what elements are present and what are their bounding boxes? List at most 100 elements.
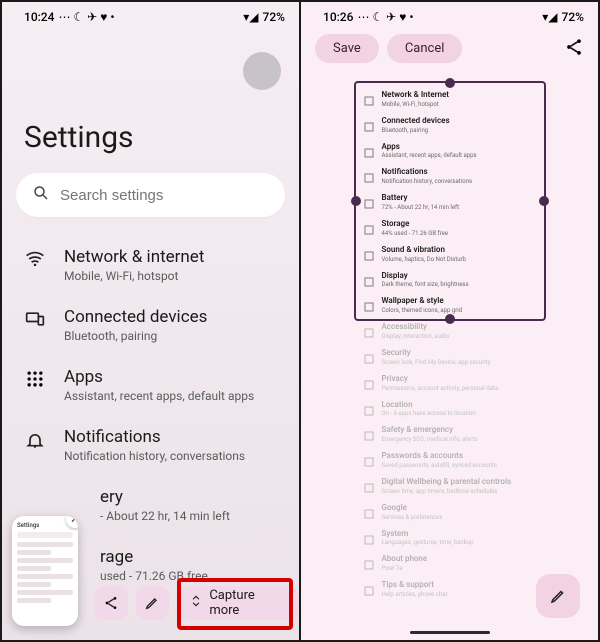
nav-bar[interactable]	[410, 631, 490, 634]
mini-icon	[364, 323, 374, 333]
search-input[interactable]	[60, 187, 269, 204]
mini-row: Safety & emergencyEmergency SOS, medical…	[364, 426, 536, 443]
mini-sub: Screen lock, Find My Device, app securit…	[382, 359, 491, 366]
mini-row: AccessibilityDisplay, interaction, audio	[364, 323, 536, 340]
screenshot-toolbar: Capture more	[94, 586, 299, 620]
crop-handle-top[interactable]	[445, 78, 455, 88]
expand-icon	[189, 594, 203, 612]
row-title: Network & internet	[64, 247, 204, 267]
screenshot-preview[interactable]: ✕ Settings	[12, 516, 78, 626]
mini-title: Passwords & accounts	[382, 452, 498, 461]
row-sub: used - 71.26 GB free	[100, 569, 208, 583]
mini-row: SystemLanguages, gestures, time, backup	[364, 530, 536, 547]
page-title: Settings	[2, 28, 299, 155]
mini-icon	[364, 530, 374, 540]
row-sub: Notification history, conversations	[64, 449, 245, 463]
edit-button[interactable]	[136, 586, 170, 620]
mini-title: Security	[382, 349, 491, 358]
mini-title: Accessibility	[382, 323, 450, 332]
editor-topbar: Save Cancel	[301, 28, 598, 63]
mini-icon	[364, 375, 374, 385]
mini-row: Digital Wellbeing & parental controlsScr…	[364, 478, 536, 495]
scroll-capture-area[interactable]: Network & InternetMobile, Wi-Fi, hotspot…	[354, 81, 546, 598]
row-network[interactable]: Network & internet Mobile, Wi-Fi, hotspot	[2, 235, 299, 295]
row-sub: Mobile, Wi-Fi, hotspot	[64, 269, 204, 283]
share-button[interactable]	[94, 586, 128, 620]
mini-row: About phonePixel 7a	[364, 555, 536, 572]
search-bar[interactable]	[16, 173, 285, 217]
mini-sub: Help articles, phone chat	[382, 591, 448, 598]
mini-row: Passwords & accountsSaved passwords, aut…	[364, 452, 536, 469]
mini-sub: Languages, gestures, time, backup	[382, 539, 474, 546]
mini-row: Tips & supportHelp articles, phone chat	[364, 581, 536, 598]
mini-title: Google	[382, 504, 443, 513]
status-icons-left: ⋯ ☾ ✈ ♥ •	[357, 10, 413, 24]
mini-sub: Permissions, account activity, personal …	[382, 385, 499, 392]
mini-icon	[364, 452, 374, 462]
mini-title: Safety & emergency	[382, 426, 478, 435]
row-connected[interactable]: Connected devices Bluetooth, pairing	[2, 295, 299, 355]
mini-sub: Saved passwords, autofill, synced accoun…	[382, 462, 498, 469]
mini-row: GoogleServices & preferences	[364, 504, 536, 521]
mini-title: About phone	[382, 555, 428, 564]
mini-icon	[364, 349, 374, 359]
mini-sub: Display, interaction, audio	[382, 333, 450, 340]
mini-row: LocationOn - 6 apps have access to locat…	[364, 401, 536, 418]
mini-title: System	[382, 530, 474, 539]
edit-fab[interactable]	[536, 574, 580, 618]
crop-selection[interactable]	[354, 81, 546, 321]
bell-icon	[24, 427, 46, 449]
battery-text: 72%	[263, 10, 285, 24]
wifi-icon: ▾◢	[243, 10, 258, 24]
crop-handle-bottom[interactable]	[445, 314, 455, 324]
status-time: 10:24	[24, 10, 54, 24]
mini-sub: Screen time, app timers, bedtime schedul…	[382, 488, 512, 495]
mini-icon	[364, 504, 374, 514]
mini-title: Location	[382, 401, 476, 410]
mini-sub: On - 6 apps have access to location	[382, 410, 476, 417]
devices-icon	[24, 307, 46, 329]
crop-handle-left[interactable]	[351, 196, 361, 206]
row-title: Apps	[64, 367, 254, 387]
save-button[interactable]: Save	[315, 34, 379, 63]
capture-more-button[interactable]: Capture more	[177, 586, 299, 620]
mini-icon	[364, 555, 374, 565]
row-sub: Bluetooth, pairing	[64, 329, 207, 343]
wifi-icon: ▾◢	[542, 10, 557, 24]
mini-sub: Emergency SOS, medical info, alerts	[382, 436, 478, 443]
share-icon[interactable]	[564, 37, 584, 61]
status-icons-left: ⋯ ☾ ✈ ♥ •	[58, 10, 114, 24]
crop-handle-right[interactable]	[539, 196, 549, 206]
status-bar: 10:26 ⋯ ☾ ✈ ♥ • ▾◢ 72%	[301, 2, 598, 28]
mini-row: PrivacyPermissions, account activity, pe…	[364, 375, 536, 392]
row-title: Connected devices	[64, 307, 207, 327]
status-time: 10:26	[323, 10, 353, 24]
mini-title: Tips & support	[382, 581, 448, 590]
mini-title: Privacy	[382, 375, 499, 384]
row-sub: Assistant, recent apps, default apps	[64, 389, 254, 403]
search-icon	[32, 184, 50, 206]
row-title: ery	[100, 487, 230, 507]
status-bar: 10:24 ⋯ ☾ ✈ ♥ • ▾◢ 72%	[2, 2, 299, 28]
phone-left: 10:24 ⋯ ☾ ✈ ♥ • ▾◢ 72% Settings Network …	[2, 2, 301, 640]
row-title: rage	[100, 547, 208, 567]
battery-text: 72%	[562, 10, 584, 24]
row-title: Notifications	[64, 427, 245, 447]
mini-icon	[364, 426, 374, 436]
wifi-icon	[24, 247, 46, 269]
mini-icon	[364, 478, 374, 488]
profile-avatar[interactable]	[243, 52, 281, 90]
row-sub: - About 22 hr, 14 min left	[100, 509, 230, 523]
mini-icon	[364, 581, 374, 591]
mini-sub: Pixel 7a	[382, 565, 428, 572]
phone-right: 10:26 ⋯ ☾ ✈ ♥ • ▾◢ 72% Save Cancel Netwo…	[301, 2, 598, 640]
apps-icon	[24, 367, 46, 389]
capture-label: Capture more	[209, 588, 287, 618]
row-notifications[interactable]: Notifications Notification history, conve…	[2, 415, 299, 475]
cancel-button[interactable]: Cancel	[387, 34, 463, 63]
row-apps[interactable]: Apps Assistant, recent apps, default apps	[2, 355, 299, 415]
mini-title: Digital Wellbeing & parental controls	[382, 478, 512, 487]
mini-icon	[364, 401, 374, 411]
mini-row: SecurityScreen lock, Find My Device, app…	[364, 349, 536, 366]
mini-sub: Services & preferences	[382, 514, 443, 521]
